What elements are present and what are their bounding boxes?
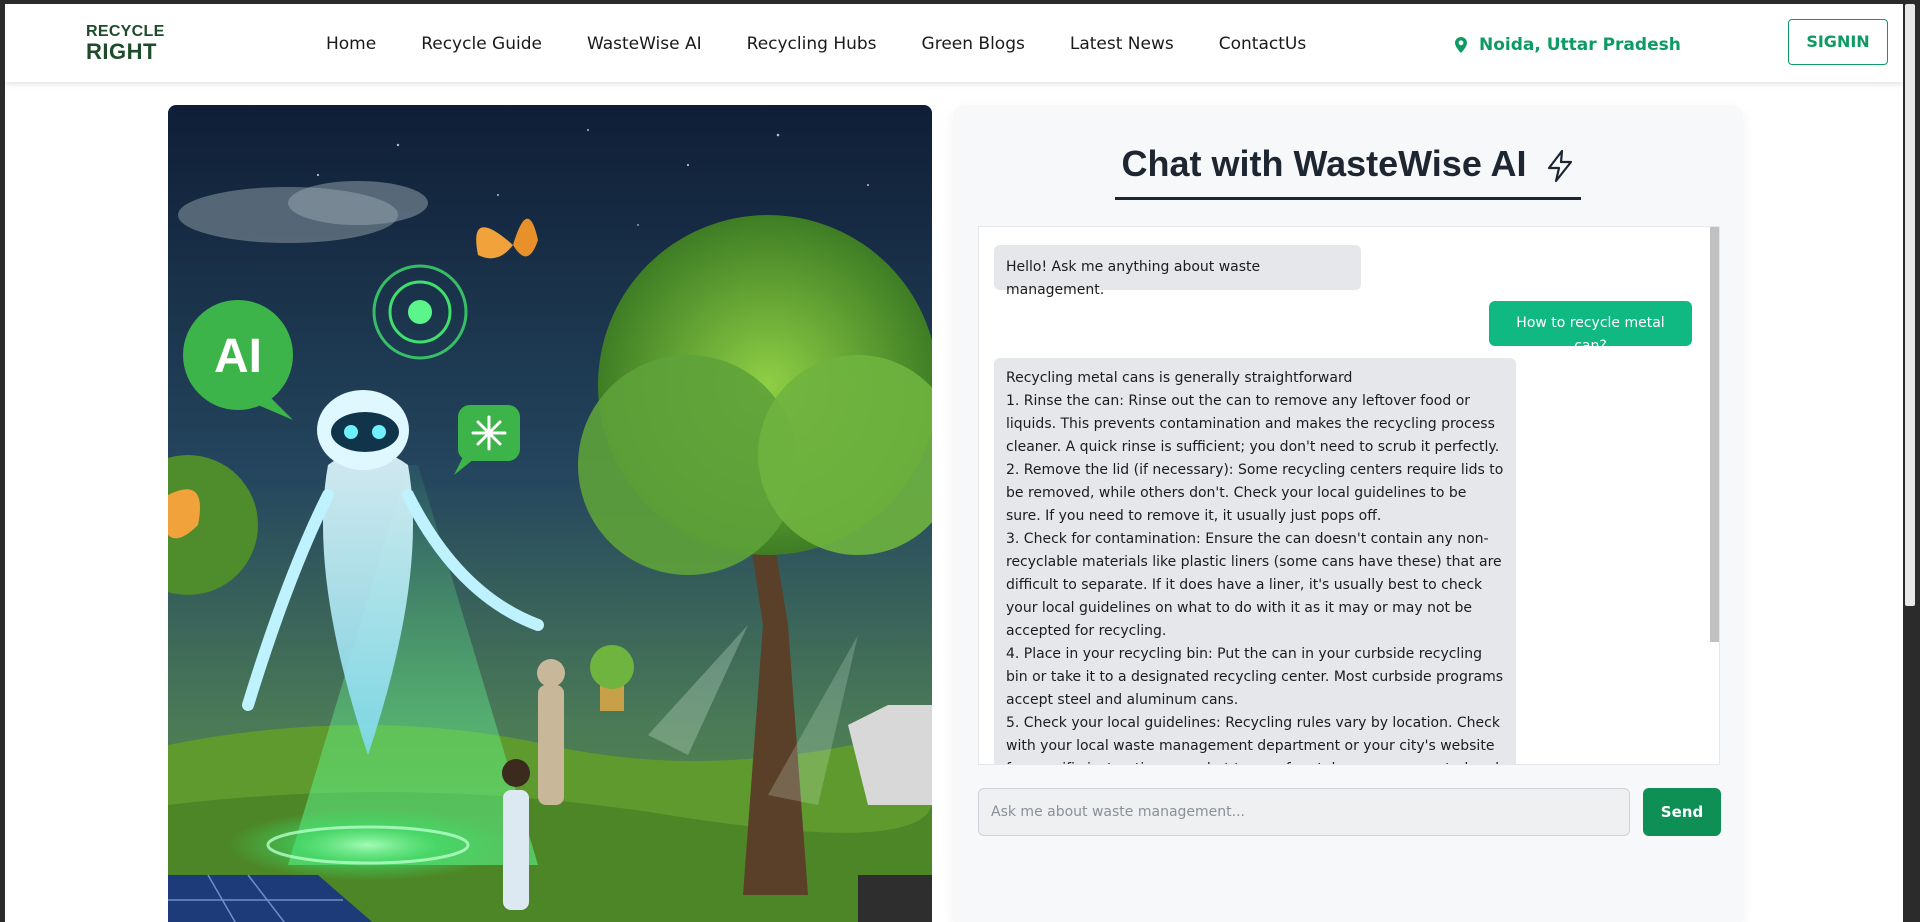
svg-text:AI: AI [214, 330, 262, 383]
bot-message: Hello! Ask me anything about waste manag… [994, 245, 1361, 298]
map-pin-icon [1455, 37, 1467, 53]
page: RECYCLE RIGHT Home Recycle Guide WasteWi… [5, 4, 1903, 922]
nav-green-blogs[interactable]: Green Blogs [922, 34, 1025, 54]
answer-line: 2. Remove the lid (if necessary): Some r… [1006, 462, 1508, 524]
hero-illustration: AI [168, 105, 932, 922]
chat-input[interactable] [978, 788, 1630, 836]
signin-button[interactable]: SIGNIN [1788, 19, 1888, 65]
lightning-bolt-icon [1547, 150, 1572, 183]
nav-wastewise-ai[interactable]: WasteWise AI [587, 34, 702, 54]
chat-messages[interactable]: Hello! Ask me anything about waste manag… [978, 226, 1720, 765]
nav-recycle-guide[interactable]: Recycle Guide [421, 34, 542, 54]
nav-recycling-hubs[interactable]: Recycling Hubs [747, 34, 877, 54]
chat-title-text: Chat with WasteWise AI [1121, 143, 1527, 184]
nav-latest-news[interactable]: Latest News [1070, 34, 1174, 54]
nav-contact-us[interactable]: ContactUs [1219, 34, 1306, 54]
site-logo[interactable]: RECYCLE RIGHT [86, 24, 166, 64]
logo-line-1: RECYCLE [86, 23, 165, 40]
send-button[interactable]: Send [1643, 788, 1721, 836]
site-header: RECYCLE RIGHT Home Recycle Guide WasteWi… [5, 4, 1903, 82]
answer-line: 4. Place in your recycling bin: Put the … [1006, 646, 1508, 708]
main-nav: Home Recycle Guide WasteWise AI Recyclin… [326, 34, 1351, 54]
location-text: Noida, Uttar Pradesh [1479, 35, 1681, 55]
answer-line: 5. Check your local guidelines: Recyclin… [1006, 715, 1500, 764]
answer-line: 3. Check for contamination: Ensure the c… [1006, 531, 1507, 639]
bot-message-answer: Recycling metal cans is generally straig… [994, 358, 1516, 764]
user-message: How to recycle metal can? [1489, 301, 1692, 354]
title-underline [1115, 197, 1581, 200]
answer-line: 1. Rinse the can: Rinse out the can to r… [1006, 393, 1500, 455]
logo-line-2: RIGHT [86, 39, 157, 64]
nav-home[interactable]: Home [326, 34, 376, 54]
chat-title: Chat with WasteWise AI [953, 143, 1743, 185]
chat-panel: Chat with WasteWise AI Hello! Ask me any… [953, 105, 1743, 922]
messages-scrollbar-thumb[interactable] [1710, 227, 1719, 642]
page-scrollbar-thumb[interactable] [1905, 4, 1915, 606]
location-selector[interactable]: Noida, Uttar Pradesh [1455, 35, 1681, 55]
answer-line: Recycling metal cans is generally straig… [1006, 370, 1353, 386]
